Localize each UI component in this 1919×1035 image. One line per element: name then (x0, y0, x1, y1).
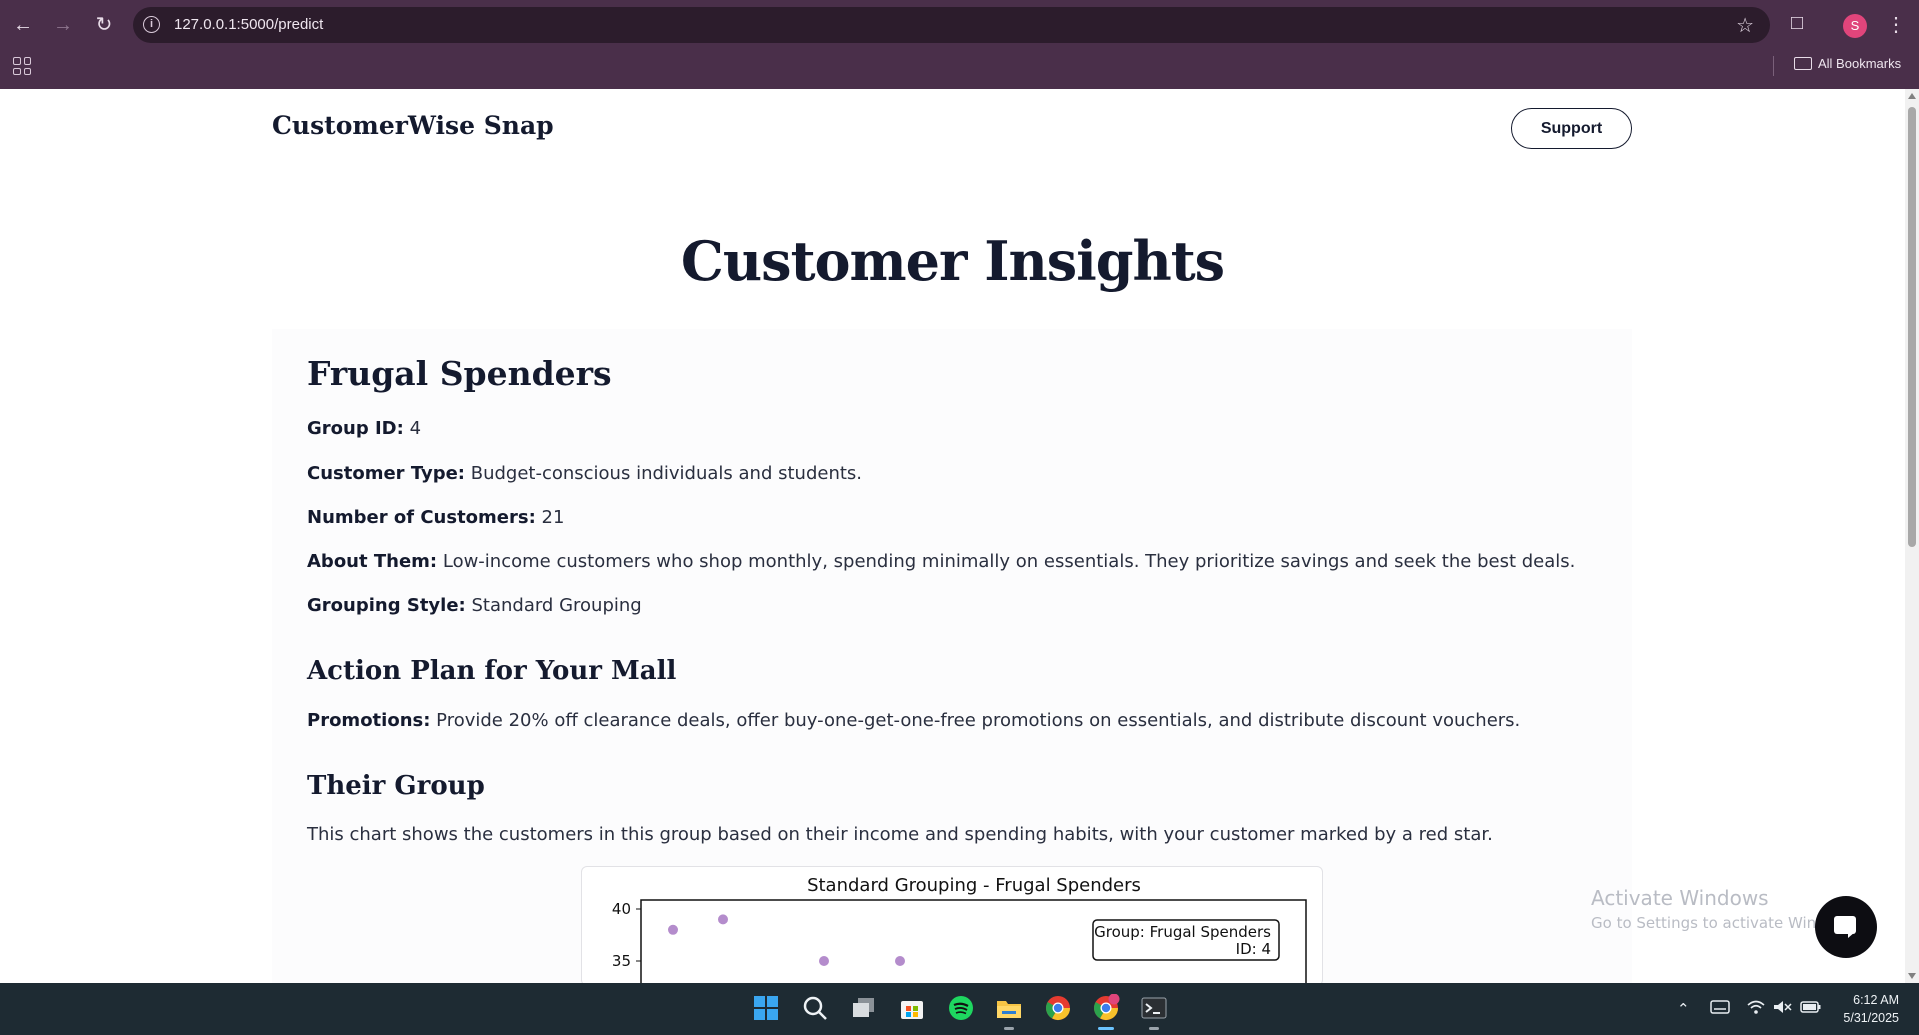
field-label: Group ID: (307, 418, 404, 439)
profile-avatar[interactable]: S (1843, 14, 1867, 38)
extensions-icon[interactable]: □ (1784, 12, 1810, 38)
page-scrollbar[interactable] (1905, 89, 1919, 983)
segment-heading: Frugal Spenders (307, 354, 612, 393)
file-explorer-icon[interactable] (995, 994, 1023, 1030)
scrollbar-thumb[interactable] (1908, 107, 1916, 547)
field-customer-type: Customer Type: Budget-conscious individu… (307, 463, 862, 484)
volume-muted-icon[interactable] (1772, 999, 1792, 1019)
field-value: 4 (409, 418, 422, 439)
system-clock[interactable]: 6:12 AM 5/31/2025 (1829, 991, 1899, 1027)
field-label: About Them: (307, 551, 438, 572)
reload-icon[interactable]: ↻ (92, 13, 116, 37)
field-number-of-customers: Number of Customers: 21 (307, 507, 564, 528)
url-text[interactable]: 127.0.0.1:5000/predict (174, 16, 323, 33)
promotions-value: Provide 20% off clearance deals, offer b… (436, 710, 1521, 731)
search-icon[interactable] (801, 994, 829, 1022)
bookmarks-divider (1773, 56, 1774, 76)
field-label: Grouping Style: (307, 595, 466, 616)
chart-title: Standard Grouping - Frugal Spenders (807, 875, 1141, 896)
field-grouping-style: Grouping Style: Standard Grouping (307, 595, 642, 616)
site-brand[interactable]: CustomerWise Snap (272, 111, 554, 140)
support-button[interactable]: Support (1511, 108, 1632, 149)
group-description: This chart shows the customers in this g… (307, 824, 1493, 845)
action-plan-heading: Action Plan for Your Mall (307, 656, 677, 686)
apps-grid-icon[interactable] (13, 57, 31, 75)
field-value: 21 (541, 507, 565, 528)
field-group-id: Group ID: 4 (307, 418, 421, 439)
browser-menu-icon[interactable]: ⋮ (1886, 12, 1906, 37)
page-title: Customer Insights (680, 229, 1225, 293)
y-tick-label: 35 (612, 952, 631, 970)
promotions-label: Promotions: (307, 710, 431, 731)
scroll-down-arrow-icon[interactable] (1908, 973, 1916, 979)
battery-charging-icon[interactable] (1800, 999, 1822, 1019)
forward-arrow-icon[interactable]: → (51, 13, 75, 37)
chrome-icon[interactable] (1044, 994, 1072, 1022)
scatter-point (819, 956, 829, 966)
back-arrow-icon[interactable]: ← (11, 13, 35, 37)
clock-time: 6:12 AM (1853, 993, 1899, 1007)
scatter-point (668, 924, 678, 935)
touch-keyboard-icon[interactable] (1710, 999, 1730, 1019)
all-bookmarks-button[interactable]: All Bookmarks (1794, 56, 1901, 71)
y-axis: 40 35 (612, 900, 641, 970)
browser-chrome: ← → ↻ i 127.0.0.1:5000/predict ☆ □ S ⋮ A… (0, 0, 1919, 89)
chat-button[interactable] (1815, 896, 1877, 958)
field-value: Budget-conscious individuals and student… (470, 463, 863, 484)
windows-taskbar: ⌃ 6:12 AM 5/31/2025 (0, 983, 1919, 1035)
field-label: Customer Type: (307, 463, 465, 484)
windows-start-icon[interactable] (752, 994, 780, 1022)
y-tick-label: 40 (612, 900, 631, 918)
legend-line-group: Group: Frugal Spenders (1094, 923, 1271, 941)
store-icon[interactable] (898, 994, 926, 1022)
scatter-chart: Standard Grouping - Frugal Spenders 40 35… (612, 875, 1307, 1001)
terminal-icon[interactable] (1140, 994, 1168, 1030)
clock-date: 5/31/2025 (1843, 1011, 1899, 1025)
activate-title: Activate Windows (1591, 886, 1769, 910)
bookmark-star-icon[interactable]: ☆ (1736, 13, 1754, 38)
address-bar[interactable]: i 127.0.0.1:5000/predict ☆ (133, 7, 1770, 43)
promotions-line: Promotions: Provide 20% off clearance de… (307, 710, 1520, 731)
scatter-point (718, 914, 728, 925)
wifi-icon[interactable] (1747, 999, 1765, 1019)
field-about-them: About Them: Low-income customers who sho… (307, 551, 1575, 572)
chevron-up-icon[interactable]: ⌃ (1677, 1000, 1690, 1018)
legend-line-id: ID: 4 (1236, 940, 1271, 958)
scroll-up-arrow-icon[interactable] (1908, 93, 1916, 99)
field-label: Number of Customers: (307, 507, 536, 528)
task-view-icon[interactable] (850, 994, 878, 1022)
site-info-icon[interactable]: i (143, 16, 160, 33)
chrome-profile-icon[interactable] (1092, 993, 1120, 1030)
folder-icon (1794, 57, 1812, 70)
chat-bubble-tail (1848, 932, 1855, 938)
field-value: Low-income customers who shop monthly, s… (442, 551, 1576, 572)
their-group-heading: Their Group (307, 771, 485, 801)
page-viewport: CustomerWise Snap Support Customer Insig… (0, 89, 1905, 983)
field-value: Standard Grouping (471, 595, 642, 616)
spotify-icon[interactable] (947, 994, 975, 1022)
chart-legend: Group: Frugal Spenders ID: 4 (1092, 919, 1280, 961)
all-bookmarks-label: All Bookmarks (1818, 56, 1902, 71)
scatter-point (895, 956, 905, 966)
